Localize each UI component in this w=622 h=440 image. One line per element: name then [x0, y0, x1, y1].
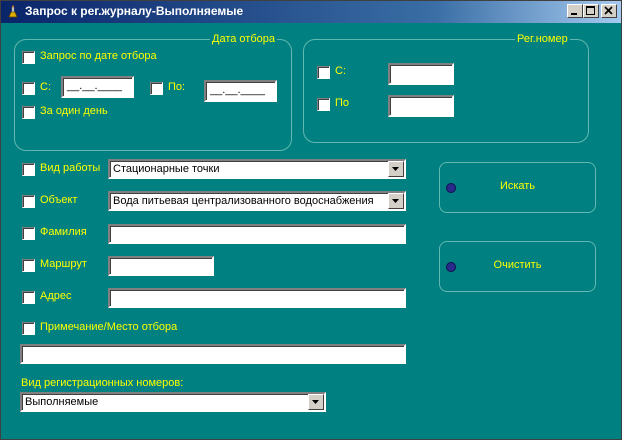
minimize-button[interactable] [567, 4, 583, 18]
chevron-down-icon [392, 199, 399, 203]
regnum-type-dropdown-button[interactable] [308, 394, 324, 410]
minimize-icon [571, 13, 577, 15]
surname-label: Фамилия [40, 226, 87, 238]
surname-input[interactable] [108, 224, 406, 244]
date-to-input[interactable]: __.__.____ [204, 80, 277, 102]
chevron-down-icon [392, 167, 399, 171]
work-type-dropdown-button[interactable] [388, 161, 404, 177]
close-button[interactable] [601, 4, 617, 18]
close-icon [604, 6, 613, 15]
date-group-legend: Дата отбора [210, 33, 277, 45]
by-date-checkbox[interactable] [22, 51, 35, 64]
maximize-icon [586, 6, 595, 15]
regnum-type-value: Выполняемые [25, 396, 99, 408]
work-type-label: Вид работы [40, 162, 101, 174]
object-label: Объект [40, 194, 78, 206]
date-to-checkbox[interactable] [150, 82, 163, 95]
search-button-label: Искать [499, 180, 536, 192]
maximize-button[interactable] [583, 4, 599, 18]
reg-from-input[interactable] [388, 63, 454, 85]
note-input[interactable] [20, 344, 406, 364]
work-type-value: Стационарные точки [113, 163, 220, 175]
note-label: Примечание/Место отбора [40, 321, 178, 333]
address-label: Адрес [40, 290, 72, 302]
route-label: Маршрут [40, 258, 87, 270]
object-select[interactable]: Вода питьевая централизованного водоснаб… [108, 191, 406, 211]
one-day-label: За один день [40, 105, 108, 117]
regnum-type-select[interactable]: Выполняемые [20, 392, 326, 412]
search-button[interactable]: Искать [439, 162, 596, 213]
window-title: Запрос к рег.журналу-Выполняемые [25, 4, 244, 18]
route-input[interactable] [108, 256, 214, 276]
address-checkbox[interactable] [22, 291, 35, 304]
date-from-checkbox[interactable] [22, 82, 35, 95]
object-dropdown-button[interactable] [388, 193, 404, 209]
route-checkbox[interactable] [22, 259, 35, 272]
reg-number-group [303, 39, 589, 143]
object-value: Вода питьевая централизованного водоснаб… [113, 195, 374, 207]
regnum-type-label: Вид регистрационных номеров: [21, 377, 184, 389]
date-from-label: С: [40, 81, 51, 93]
lamp-icon [5, 4, 21, 20]
date-from-input[interactable]: __.__.____ [61, 76, 134, 98]
note-checkbox[interactable] [22, 322, 35, 335]
clear-button[interactable]: Очистить [439, 241, 596, 292]
by-date-label: Запрос по дате отбора [40, 50, 157, 62]
form-client-area: Дата отбора Запрос по дате отбора С: __.… [1, 23, 621, 439]
reg-from-checkbox[interactable] [317, 66, 330, 79]
main-window: Запрос к рег.журналу-Выполняемые Дата от… [0, 0, 622, 440]
work-type-checkbox[interactable] [22, 163, 35, 176]
surname-checkbox[interactable] [22, 227, 35, 240]
title-bar[interactable]: Запрос к рег.журналу-Выполняемые [1, 1, 621, 23]
clear-button-label: Очистить [493, 259, 542, 271]
reg-to-label: По [335, 97, 350, 109]
reg-number-legend: Рег.номер [515, 33, 570, 45]
reg-to-input[interactable] [388, 95, 454, 117]
reg-to-checkbox[interactable] [317, 98, 330, 111]
date-to-label: По: [168, 81, 186, 93]
address-input[interactable] [108, 288, 406, 308]
chevron-down-icon [312, 400, 319, 404]
work-type-select[interactable]: Стационарные точки [108, 159, 406, 179]
reg-from-label: С: [335, 65, 346, 77]
object-checkbox[interactable] [22, 195, 35, 208]
one-day-checkbox[interactable] [22, 106, 35, 119]
